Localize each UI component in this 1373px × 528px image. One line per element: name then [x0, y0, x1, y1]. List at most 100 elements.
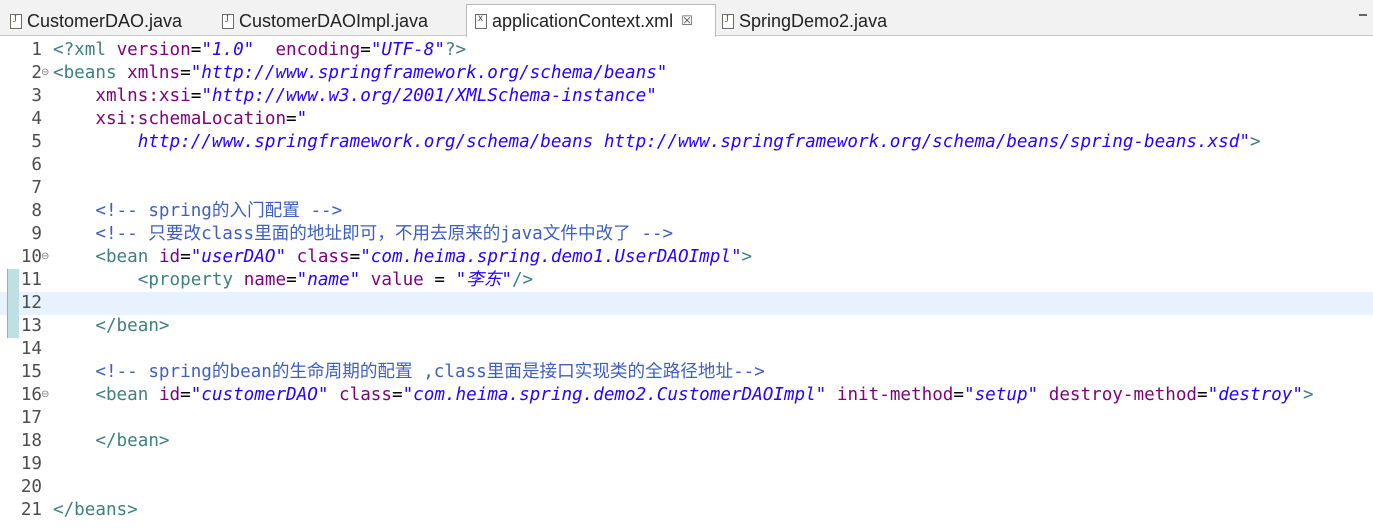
code-token: > [1249, 132, 1261, 152]
fold-toggle-icon[interactable]: ⊖ [41, 252, 49, 262]
code-token: "UTF-8" [370, 40, 445, 60]
close-icon[interactable]: ☒ [681, 14, 693, 29]
code-token: value [360, 270, 424, 290]
code-line[interactable]: 12 [0, 292, 1373, 315]
code-token: = [953, 385, 964, 405]
code-token: = [423, 270, 456, 290]
code-line[interactable]: 5 http://www.springframework.org/schema/… [0, 131, 1373, 154]
code-token: class [286, 247, 350, 267]
tab-customerdaoimpl-java[interactable]: CustomerDAOImpl.java [222, 6, 428, 36]
code-line[interactable]: 1 <?xml version="1.0" encoding="UTF-8"?> [0, 39, 1373, 62]
code-token: "com.heima.spring.demo1.UserDAOImpl" [360, 247, 742, 267]
code-token: init-method [826, 385, 954, 405]
code-token: "http://www.springframework.org/schema/b… [190, 63, 668, 83]
code-token: " [296, 109, 308, 129]
code-line[interactable]: 8 <!-- spring的入门配置 --> [0, 200, 1373, 223]
code-text: <bean id="userDAO" class="com.heima.spri… [53, 246, 752, 269]
tab-applicationcontext-xml[interactable]: applicationContext.xml ☒ [466, 4, 716, 37]
code-token: = [190, 40, 202, 60]
code-line[interactable]: 9 <!-- 只要改class里面的地址即可，不用去原来的java文件中改了 -… [0, 223, 1373, 246]
code-line[interactable]: 7 [0, 177, 1373, 200]
line-number: 15 [20, 362, 42, 382]
code-token: <bean [95, 385, 159, 405]
line-number: 2 [31, 63, 42, 83]
code-text: <?xml version="1.0" encoding="UTF-8"?> [53, 39, 466, 62]
code-text: <!-- spring的入门配置 --> [53, 200, 342, 223]
code-token: <!-- spring的bean的生命周期的配置 ,class里面是接口实现类的… [95, 362, 765, 382]
line-number: 6 [31, 155, 42, 175]
line-number: 20 [20, 477, 42, 497]
code-line[interactable]: 6 [0, 154, 1373, 177]
xml-file-icon [475, 13, 487, 29]
code-token: = [286, 270, 297, 290]
code-line[interactable]: 3 xmlns:xsi="http://www.w3.org/2001/XMLS… [0, 85, 1373, 108]
change-marker [7, 292, 19, 315]
code-line[interactable]: 14 [0, 338, 1373, 361]
code-token: encoding [275, 40, 361, 60]
code-line[interactable]: 13 </bean> [0, 315, 1373, 338]
code-token: xmlns [127, 63, 181, 83]
line-number: 8 [31, 201, 42, 221]
code-line[interactable]: 21 </beans> [0, 499, 1373, 522]
code-token: <!-- 只要改class里面的地址即可，不用去原来的java文件中改了 --> [95, 224, 674, 244]
fold-toggle-icon[interactable]: ⊖ [41, 390, 49, 400]
code-token: destroy-method [1038, 385, 1198, 405]
code-text: http://www.springframework.org/schema/be… [53, 131, 1261, 154]
code-line[interactable]: 16 ⊖ <bean id="customerDAO" class="com.he… [0, 384, 1373, 407]
code-token: "destroy" [1207, 385, 1303, 405]
code-token: version [116, 40, 191, 60]
code-token: /> [511, 270, 534, 290]
tab-label: CustomerDAO.java [27, 10, 183, 31]
code-token: id [158, 247, 181, 267]
code-token: = [391, 385, 403, 405]
code-token: <beans [53, 63, 128, 83]
code-text: </bean> [53, 430, 170, 453]
line-number: 11 [20, 270, 42, 290]
tab-springdemo2-java[interactable]: SpringDemo2.java [722, 6, 887, 36]
code-text: <bean id="customerDAO" class="com.heima.… [53, 384, 1313, 407]
tab-label: SpringDemo2.java [739, 10, 888, 31]
xml-editor[interactable]: 1 <?xml version="1.0" encoding="UTF-8"?> 2… [0, 37, 1373, 528]
code-token: </bean> [95, 431, 170, 451]
code-line[interactable]: 15 <!-- spring的bean的生命周期的配置 ,class里面是接口实… [0, 361, 1373, 384]
code-token: = [349, 247, 361, 267]
code-token: </beans> [53, 500, 138, 520]
change-marker [7, 269, 19, 292]
code-token: "name" [296, 270, 361, 290]
code-token: = [286, 109, 297, 129]
code-line[interactable]: 10 ⊖ <bean id="userDAO" class="com.heima.… [0, 246, 1373, 269]
code-token: > [741, 247, 753, 267]
code-line[interactable]: 20 [0, 476, 1373, 499]
code-token: "userDAO" [190, 247, 287, 267]
code-line[interactable]: 11 <property name="name" value = "李东"/> [0, 269, 1373, 292]
code-line[interactable]: 4 xsi:schemaLocation=" [0, 108, 1373, 131]
tab-customerdao-java[interactable]: CustomerDAO.java [10, 6, 182, 36]
code-line[interactable]: 19 [0, 453, 1373, 476]
code-line[interactable]: 17 [0, 407, 1373, 430]
code-token: ?> [444, 40, 467, 60]
minimize-icon[interactable] [1359, 14, 1367, 19]
code-token: "customerDAO" [190, 385, 329, 405]
code-text: <beans xmlns="http://www.springframework… [53, 62, 667, 85]
line-number: 12 [20, 293, 42, 313]
code-line[interactable]: 2 ⊖ <beans xmlns="http://www.springframewo… [0, 62, 1373, 85]
java-file-icon [10, 13, 22, 29]
code-token: xmlns:xsi [95, 86, 191, 106]
code-token: = [180, 63, 191, 83]
line-number: 17 [20, 408, 42, 428]
line-number: 9 [31, 224, 42, 244]
code-line[interactable]: 18 </bean> [0, 430, 1373, 453]
fold-toggle-icon[interactable]: ⊖ [41, 68, 49, 78]
code-token: class [328, 385, 392, 405]
change-marker [7, 315, 19, 338]
